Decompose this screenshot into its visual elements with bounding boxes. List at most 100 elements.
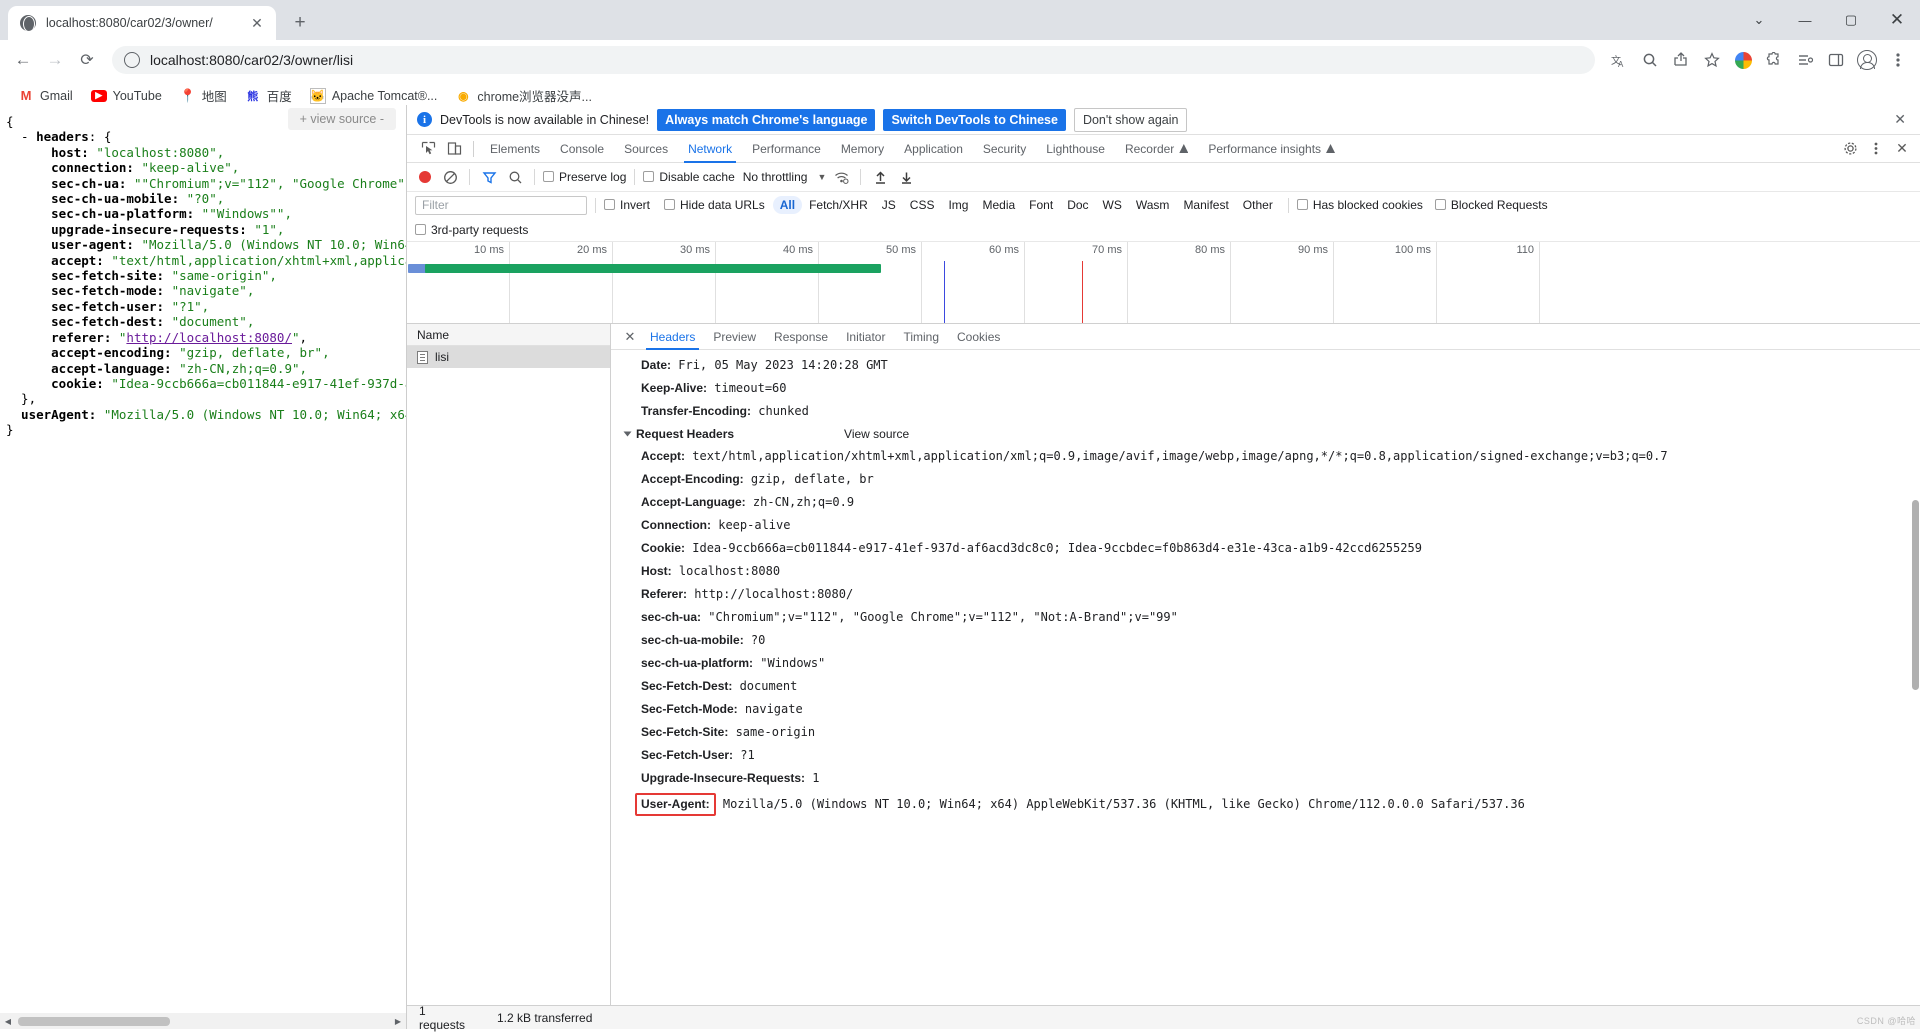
banner-close-icon[interactable]: ✕ xyxy=(1890,111,1910,128)
filter-type-font[interactable]: Font xyxy=(1022,196,1060,214)
filter-type-css[interactable]: CSS xyxy=(903,196,942,214)
detail-tab-initiator[interactable]: Initiator xyxy=(837,324,894,350)
detail-close-icon[interactable]: ✕ xyxy=(619,329,641,345)
reload-icon[interactable]: ⟳ xyxy=(72,45,102,75)
avatar[interactable] xyxy=(1853,46,1881,74)
bookmark-item-tomcat[interactable]: 🐱 Apache Tomcat®... xyxy=(302,85,446,107)
site-info-icon[interactable]: ⓘ xyxy=(124,52,140,68)
maximize-button[interactable]: ▢ xyxy=(1828,0,1874,40)
filter-funnel-icon[interactable] xyxy=(478,166,500,188)
side-panel-icon[interactable] xyxy=(1822,46,1850,74)
scrollbar-thumb[interactable] xyxy=(18,1017,170,1026)
tab-performance-insights[interactable]: Performance insights xyxy=(1198,135,1345,163)
devtools-close-icon[interactable]: ✕ xyxy=(1890,137,1914,161)
scroll-left-icon[interactable]: ◀ xyxy=(0,1017,16,1026)
tab-memory[interactable]: Memory xyxy=(831,135,894,163)
filter-type-manifest[interactable]: Manifest xyxy=(1176,196,1235,214)
search-network-icon[interactable] xyxy=(504,166,526,188)
tab-lighthouse[interactable]: Lighthouse xyxy=(1036,135,1115,163)
json-line: accept-encoding: "gzip, deflate, br", xyxy=(6,345,406,360)
translate-icon[interactable]: 文A xyxy=(1605,46,1633,74)
request-list-header[interactable]: Name xyxy=(407,324,610,346)
record-button[interactable] xyxy=(419,171,431,183)
bookmark-item-youtube[interactable]: ▶ YouTube xyxy=(83,86,170,106)
view-source-toggle[interactable]: + view source - xyxy=(288,108,396,130)
dont-show-again-button[interactable]: Don't show again xyxy=(1074,108,1188,132)
tab-security[interactable]: Security xyxy=(973,135,1036,163)
detail-tab-timing[interactable]: Timing xyxy=(894,324,948,350)
clear-network-log-icon[interactable] xyxy=(439,166,461,188)
forward-icon[interactable]: → xyxy=(40,45,70,75)
extension-color-icon[interactable] xyxy=(1729,46,1757,74)
address-bar[interactable]: ⓘ localhost:8080/car02/3/owner/lisi xyxy=(112,46,1595,74)
third-party-requests-checkbox[interactable]: 3rd-party requests xyxy=(415,223,528,237)
detail-vertical-scrollbar[interactable] xyxy=(1912,500,1919,690)
has-blocked-cookies-checkbox[interactable]: Has blocked cookies xyxy=(1297,198,1423,212)
blocked-requests-checkbox[interactable]: Blocked Requests xyxy=(1435,198,1548,212)
invert-checkbox[interactable]: Invert xyxy=(604,198,650,212)
always-match-language-button[interactable]: Always match Chrome's language xyxy=(657,109,875,131)
filter-type-js[interactable]: JS xyxy=(875,196,903,214)
bookmark-item-gmail[interactable]: M Gmail xyxy=(10,85,81,107)
detail-tab-response[interactable]: Response xyxy=(765,324,837,350)
tab-close-icon[interactable]: ✕ xyxy=(246,12,268,34)
new-tab-button[interactable]: + xyxy=(286,9,314,37)
filter-type-other[interactable]: Other xyxy=(1236,196,1280,214)
network-conditions-icon[interactable] xyxy=(830,166,852,188)
filter-type-media[interactable]: Media xyxy=(975,196,1022,214)
detail-tab-headers[interactable]: Headers xyxy=(641,324,704,350)
chevron-down-icon[interactable]: ⌄ xyxy=(1736,0,1782,40)
devtools-more-icon[interactable] xyxy=(1864,137,1888,161)
switch-devtools-language-button[interactable]: Switch DevTools to Chinese xyxy=(883,109,1065,131)
header-row: sec-ch-ua-platform: "Windows" xyxy=(611,652,1920,675)
view-source-link[interactable]: View source xyxy=(844,427,909,441)
scroll-right-icon[interactable]: ▶ xyxy=(390,1017,406,1026)
throttling-select[interactable]: No throttling xyxy=(743,170,808,184)
preserve-log-checkbox[interactable]: Preserve log xyxy=(543,170,626,184)
browser-tab[interactable]: localhost:8080/car02/3/owner/ ✕ xyxy=(8,6,276,40)
disable-cache-checkbox[interactable]: Disable cache xyxy=(643,170,734,184)
settings-gear-icon[interactable] xyxy=(1838,137,1862,161)
share-icon[interactable] xyxy=(1667,46,1695,74)
tab-console[interactable]: Console xyxy=(550,135,614,163)
tab-sources[interactable]: Sources xyxy=(614,135,678,163)
json-link[interactable]: http://localhost:8080/ xyxy=(126,330,292,345)
bookmark-star-icon[interactable] xyxy=(1698,46,1726,74)
request-headers-section-title[interactable]: Request Headers View source xyxy=(611,423,1920,445)
export-har-icon[interactable] xyxy=(895,166,917,188)
table-row[interactable]: lisi xyxy=(407,346,610,368)
search-icon[interactable] xyxy=(1636,46,1664,74)
filter-type-wasm[interactable]: Wasm xyxy=(1129,196,1177,214)
chrome-menu-icon[interactable] xyxy=(1884,46,1912,74)
close-window-button[interactable]: ✕ xyxy=(1874,0,1920,40)
youtube-icon: ▶ xyxy=(91,90,107,102)
extensions-puzzle-icon[interactable] xyxy=(1760,46,1788,74)
json-line: sec-ch-ua-mobile: "?0", xyxy=(6,191,406,206)
back-icon[interactable]: ← xyxy=(8,45,38,75)
page-horizontal-scrollbar[interactable]: ◀ ▶ xyxy=(0,1013,406,1029)
inspect-element-icon[interactable] xyxy=(415,137,441,161)
tab-elements[interactable]: Elements xyxy=(480,135,550,163)
filter-type-doc[interactable]: Doc xyxy=(1060,196,1095,214)
device-toolbar-icon[interactable] xyxy=(441,137,467,161)
reading-list-icon[interactable] xyxy=(1791,46,1819,74)
tab-performance[interactable]: Performance xyxy=(742,135,831,163)
detail-tab-preview[interactable]: Preview xyxy=(704,324,765,350)
filter-type-ws[interactable]: WS xyxy=(1096,196,1129,214)
minimize-button[interactable]: — xyxy=(1782,0,1828,40)
headers-scroll-area[interactable]: Date: Fri, 05 May 2023 14:20:28 GMTKeep-… xyxy=(611,350,1920,1005)
tab-recorder[interactable]: Recorder xyxy=(1115,135,1198,163)
filter-type-all[interactable]: All xyxy=(773,196,802,214)
hide-data-urls-checkbox[interactable]: Hide data URLs xyxy=(664,198,765,212)
filter-input[interactable]: Filter xyxy=(415,196,587,215)
filter-type-fetch-xhr[interactable]: Fetch/XHR xyxy=(802,196,875,214)
network-overview-timeline[interactable]: 10 ms20 ms30 ms40 ms50 ms60 ms70 ms80 ms… xyxy=(407,242,1920,324)
tab-application[interactable]: Application xyxy=(894,135,973,163)
tab-network[interactable]: Network xyxy=(678,135,742,163)
json-line: accept-language: "zh-CN,zh;q=0.9", xyxy=(6,361,406,376)
chevron-down-icon[interactable]: ▼ xyxy=(817,172,826,182)
import-har-icon[interactable] xyxy=(869,166,891,188)
filter-type-img[interactable]: Img xyxy=(941,196,975,214)
detail-tab-cookies[interactable]: Cookies xyxy=(948,324,1009,350)
json-key: sec-ch-ua: xyxy=(6,176,134,191)
